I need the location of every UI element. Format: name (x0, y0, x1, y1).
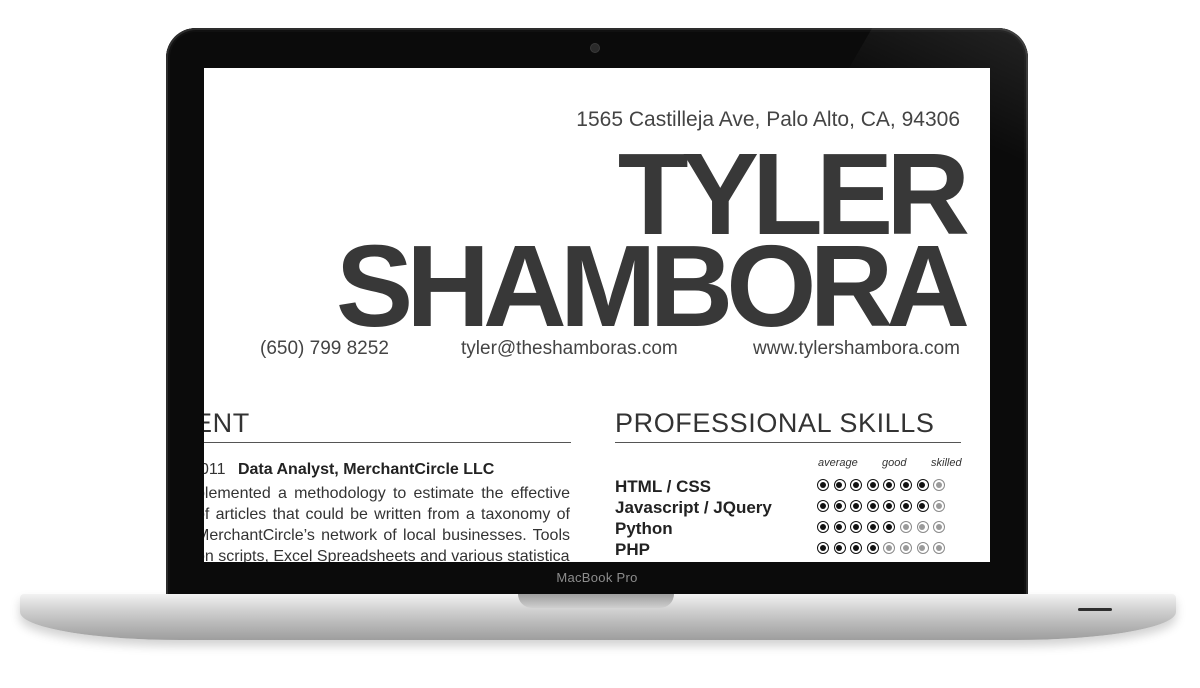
skill-name: HTML / CSS (615, 477, 712, 496)
device-label: MacBook Pro (556, 570, 638, 585)
experience-heading: ENT (204, 408, 250, 438)
scale-label-average: average (818, 457, 858, 469)
skill-row: Javascript / JQuery (615, 497, 965, 518)
rating-dot-filled (899, 500, 912, 512)
rating-dot-empty (883, 542, 896, 554)
rating-dot-filled (817, 500, 829, 512)
skill-row: Python (615, 518, 965, 539)
rating-dot-empty (916, 521, 929, 533)
job-description-line: plemented a methodology to estimate the … (204, 485, 570, 502)
job-description: plemented a methodology to estimate the … (204, 483, 570, 562)
rating-dot-filled (883, 500, 896, 512)
job-year: 011 (204, 461, 226, 478)
rating-dot-filled (916, 500, 929, 512)
job-description-line: of articles that could be written from a… (204, 506, 570, 523)
rating-dot-filled (866, 500, 879, 512)
rating-dot-empty (899, 521, 912, 533)
rating-dot-empty (933, 521, 946, 533)
phone-number: (650) 799 8252 (260, 338, 389, 359)
skills-list: HTML / CSS Javascript / JQuery Python PH… (615, 476, 965, 560)
job-role: Data Analyst, MerchantCircle LLC (237, 461, 495, 478)
job-heading: 011 Data Analyst, MerchantCircle LLC (204, 461, 494, 479)
rating-dot-empty (899, 542, 912, 554)
skill-name: Javascript / JQuery (615, 498, 772, 517)
skill-rating (817, 500, 950, 516)
scale-label-good: good (882, 457, 907, 469)
experience-divider (204, 442, 571, 443)
sleep-indicator (1078, 608, 1112, 611)
rating-dot-filled (899, 479, 912, 491)
skill-rating (817, 542, 950, 558)
rating-dot-empty (933, 479, 946, 491)
skill-name: PHP (615, 540, 650, 559)
rating-dot-filled (883, 521, 896, 533)
website-link[interactable]: www.tylershambora.com (753, 338, 960, 360)
rating-dot-empty (933, 500, 946, 512)
rating-dot-filled (817, 521, 829, 533)
rating-dot-filled (850, 542, 863, 554)
rating-dot-filled (866, 479, 879, 491)
email-link[interactable]: tyler@theshamboras.com (461, 338, 678, 360)
rating-dot-filled (833, 500, 846, 512)
laptop-base (20, 594, 1176, 640)
job-description-line: MerchantCircle’s network of local busine… (204, 527, 570, 544)
rating-dot-filled (833, 542, 846, 554)
rating-dot-empty (916, 542, 929, 554)
skill-name: Python (615, 519, 673, 538)
rating-dot-filled (850, 521, 863, 533)
camera-icon (591, 44, 599, 52)
rating-dot-filled (916, 479, 929, 491)
rating-dot-filled (883, 479, 896, 491)
last-name: SHAMBORA (335, 221, 970, 351)
skills-divider (615, 442, 961, 443)
rating-dot-filled (817, 542, 829, 554)
skill-row: HTML / CSS (615, 476, 965, 497)
rating-dot-filled (850, 479, 863, 491)
rating-dot-filled (866, 521, 879, 533)
skill-rating (817, 479, 950, 495)
skills-heading: PROFESSIONAL SKILLS (615, 408, 935, 438)
resume-screen: 1565 Castilleja Ave, Palo Alto, CA, 9430… (204, 68, 990, 562)
scale-label-skilled: skilled (931, 457, 962, 469)
rating-dot-filled (817, 479, 829, 491)
rating-dot-filled (833, 479, 846, 491)
base-notch (518, 594, 674, 608)
rating-dot-empty (933, 542, 946, 554)
rating-dot-filled (833, 521, 846, 533)
job-description-line: on scripts, Excel Spreadsheets and vario… (204, 548, 570, 562)
skill-rating (817, 521, 950, 537)
skill-row: PHP (615, 539, 965, 560)
rating-dot-filled (850, 500, 863, 512)
rating-dot-filled (866, 542, 879, 554)
